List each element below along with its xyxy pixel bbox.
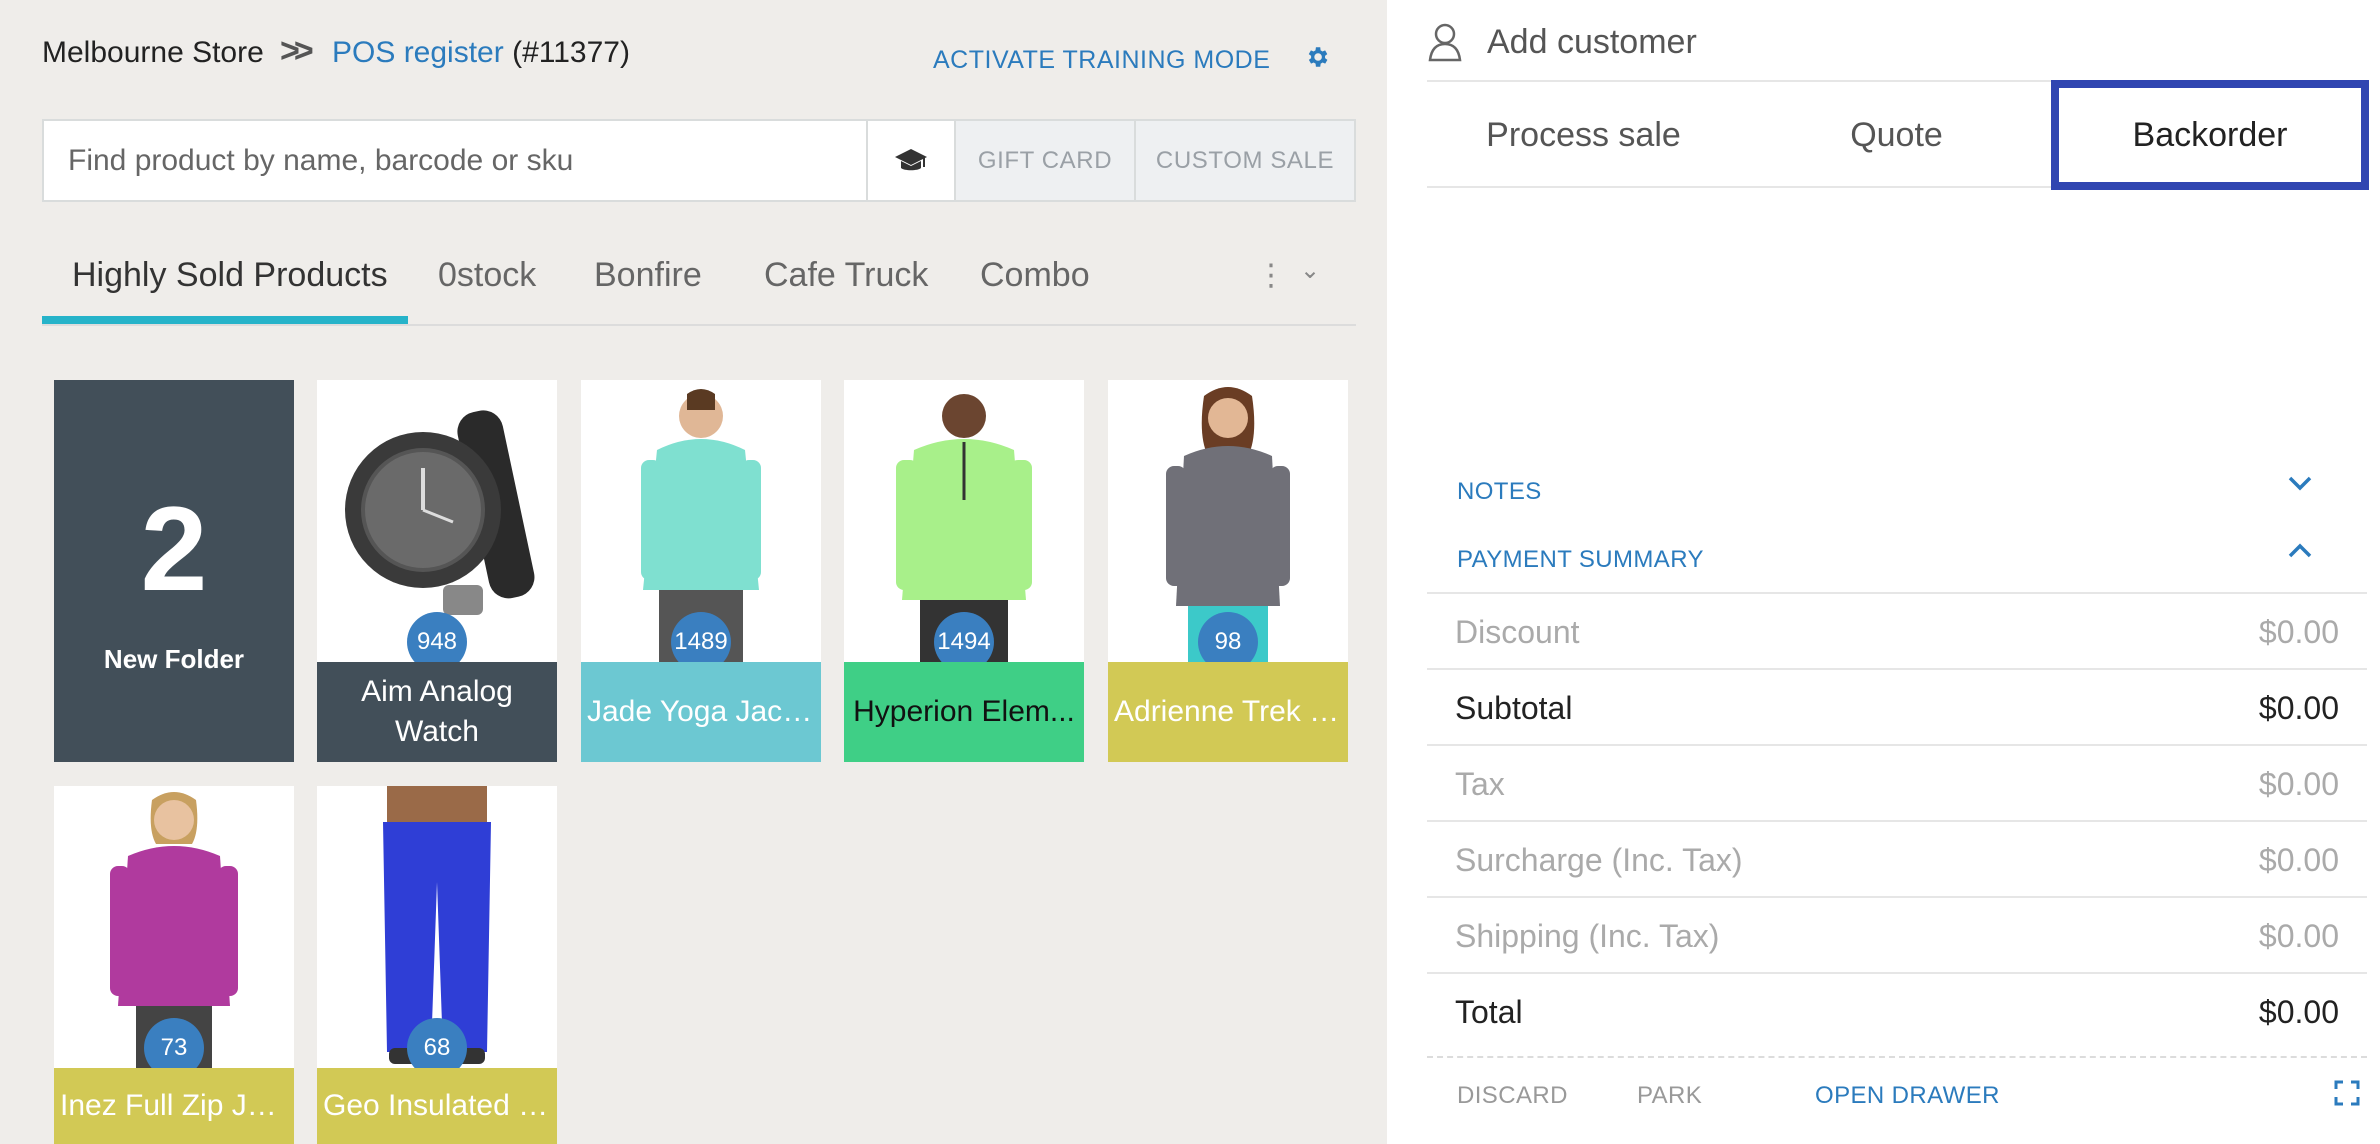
summary-label: Surcharge (Inc. Tax) xyxy=(1455,842,1743,878)
folder-count: 2 xyxy=(140,482,208,616)
discard-button[interactable]: DISCARD xyxy=(1457,1082,1568,1110)
summary-row-tax: Tax $0.00 xyxy=(1427,746,2367,822)
summary-row-subtotal: Subtotal $0.00 xyxy=(1427,670,2367,746)
product-tile[interactable]: 948 Aim Analog Watch xyxy=(317,380,557,762)
custom-sale-button[interactable]: CUSTOM SALE xyxy=(1134,121,1354,200)
product-name: Adrienne Trek J... xyxy=(1108,662,1348,762)
active-tab-indicator xyxy=(42,316,408,324)
product-name-text: Geo Insulated J... xyxy=(323,1089,551,1122)
summary-value: $0.00 xyxy=(2258,994,2339,1030)
summary-label: Total xyxy=(1455,994,1523,1030)
product-name-text: Hyperion Elem... xyxy=(853,695,1075,728)
product-panel: Melbourne Store >> POS register (#11377)… xyxy=(0,0,1387,1144)
chevron-down-icon[interactable]: ⌄ xyxy=(1300,256,1320,285)
tab-backorder[interactable]: Backorder xyxy=(2051,80,2369,190)
category-tabs: Highly Sold Products 0stock Bonfire Cafe… xyxy=(42,240,1356,326)
graduation-cap-icon[interactable] xyxy=(866,121,954,200)
breadcrumb-register[interactable]: POS register (#11377) xyxy=(332,36,630,70)
product-tile[interactable]: 68 Geo Insulated J... xyxy=(317,786,557,1144)
product-tile[interactable]: 1489 Jade Yoga Jacket xyxy=(581,380,821,762)
product-name-text: Inez Full Zip Ja... xyxy=(60,1089,288,1122)
fullscreen-icon[interactable] xyxy=(2334,1080,2360,1113)
chevron-down-icon[interactable] xyxy=(2287,474,2313,497)
tab-highly-sold-products[interactable]: Highly Sold Products xyxy=(72,256,388,295)
product-name-text: Jade Yoga Jacket xyxy=(587,695,815,728)
product-tile[interactable]: 98 Adrienne Trek J... xyxy=(1108,380,1348,762)
product-name: Jade Yoga Jacket xyxy=(581,662,821,762)
more-vertical-icon[interactable]: ⋮ xyxy=(1256,258,1286,293)
tab-combo[interactable]: Combo xyxy=(980,256,1090,295)
summary-row-total: Total $0.00 xyxy=(1427,974,2367,1050)
summary-label: Tax xyxy=(1455,766,1505,802)
summary-row-discount: Discount $0.00 xyxy=(1427,594,2367,670)
notes-toggle[interactable]: NOTES xyxy=(1457,478,1542,506)
search-input[interactable] xyxy=(44,121,866,200)
park-button[interactable]: PARK xyxy=(1637,1082,1702,1110)
activate-training-mode-button[interactable]: ACTIVATE TRAINING MODE xyxy=(933,46,1270,75)
folder-name: New Folder xyxy=(103,644,245,674)
breadcrumb-store[interactable]: Melbourne Store xyxy=(42,36,264,70)
summary-label: Shipping (Inc. Tax) xyxy=(1455,918,1720,954)
product-tile[interactable]: 73 Inez Full Zip Ja... xyxy=(54,786,294,1144)
folder-tile[interactable]: 2 New Folder xyxy=(54,380,294,762)
payment-summary-toggle[interactable]: PAYMENT SUMMARY xyxy=(1457,546,1704,574)
summary-value: $0.00 xyxy=(2258,766,2339,802)
cart-panel: Add customer Process sale Quote Backorde… xyxy=(1387,0,2380,1144)
product-name: Geo Insulated J... xyxy=(317,1068,557,1144)
register-id: (#11377) xyxy=(512,36,630,69)
summary-row-surcharge: Surcharge (Inc. Tax) $0.00 xyxy=(1427,822,2367,898)
summary-label: Subtotal xyxy=(1455,690,1573,726)
open-drawer-button[interactable]: OPEN DRAWER xyxy=(1815,1082,2000,1110)
add-customer-label: Add customer xyxy=(1487,22,1697,61)
product-name: Aim Analog Watch xyxy=(317,662,557,762)
summary-value: $0.00 xyxy=(2258,614,2339,650)
summary-value: $0.00 xyxy=(2258,842,2339,878)
breadcrumb: Melbourne Store >> POS register (#11377)… xyxy=(42,30,1342,80)
summary-value: $0.00 xyxy=(2258,690,2339,726)
tab-cafe-truck[interactable]: Cafe Truck xyxy=(764,256,928,295)
tab-bonfire[interactable]: Bonfire xyxy=(594,256,702,295)
pos-app: Melbourne Store >> POS register (#11377)… xyxy=(0,0,2380,1144)
tab-quote[interactable]: Quote xyxy=(1740,82,2053,188)
summary-label: Discount xyxy=(1455,614,1580,650)
product-name: Inez Full Zip Ja... xyxy=(54,1068,294,1144)
product-tile[interactable]: 1494 Hyperion Elem... xyxy=(844,380,1084,762)
tab-0stock[interactable]: 0stock xyxy=(438,256,536,295)
gift-card-button[interactable]: GIFT CARD xyxy=(954,121,1134,200)
product-name: Hyperion Elem... xyxy=(844,662,1084,762)
sale-mode-tabs: Process sale Quote Backorder xyxy=(1427,80,2369,190)
search-bar: GIFT CARD CUSTOM SALE xyxy=(42,119,1356,202)
summary-value: $0.00 xyxy=(2258,918,2339,954)
product-name-text: Aim Analog Watch xyxy=(361,675,513,748)
tab-process-sale[interactable]: Process sale xyxy=(1427,82,1740,188)
add-customer-button[interactable]: Add customer xyxy=(1427,12,1697,72)
gear-icon[interactable] xyxy=(1304,44,1332,72)
breadcrumb-separator-icon: >> xyxy=(280,32,314,70)
summary-row-shipping: Shipping (Inc. Tax) $0.00 xyxy=(1427,898,2367,974)
user-icon xyxy=(1428,23,1462,62)
cart-footer: DISCARD PARK OPEN DRAWER xyxy=(1427,1056,2367,1132)
register-link[interactable]: POS register xyxy=(332,36,504,69)
chevron-up-icon[interactable] xyxy=(2287,542,2313,565)
product-name-text: Adrienne Trek J... xyxy=(1114,695,1342,728)
